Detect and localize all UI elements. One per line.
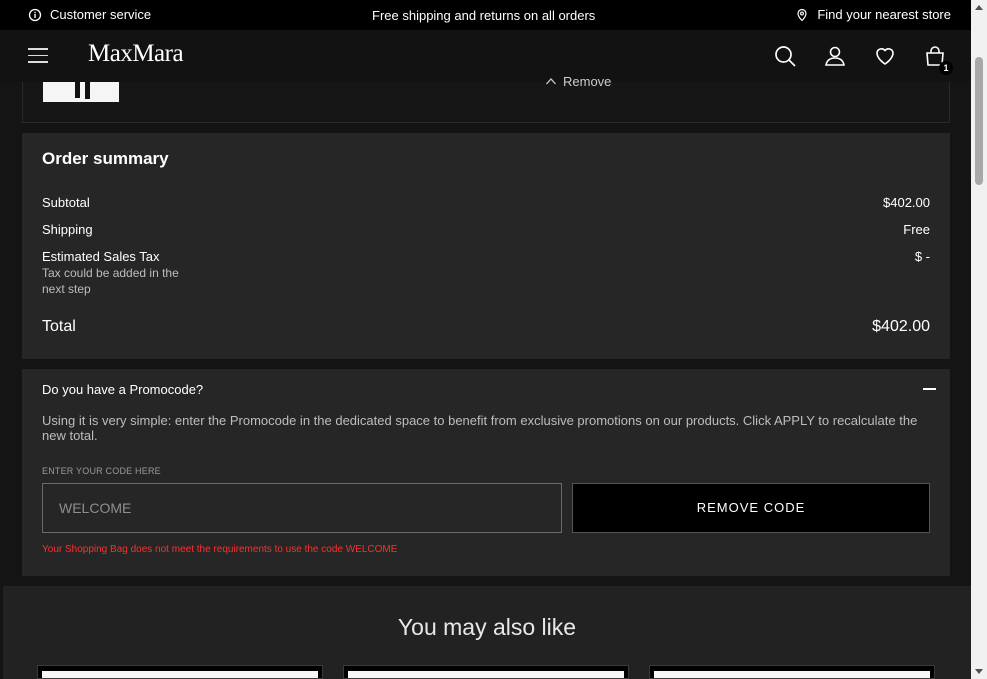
total-label: Total [42,318,76,335]
promo-error-message: Your Shopping Bag does not meet the requ… [42,544,398,555]
scroll-up-icon[interactable] [975,5,983,10]
shipping-label: Shipping [42,222,93,237]
recommendation-card[interactable] [649,665,935,679]
total-row: Total $402.00 [42,318,930,336]
account-icon[interactable] [823,44,847,68]
info-icon [28,8,42,21]
subtotal-value: $402.00 [883,195,930,210]
product-image[interactable] [43,82,119,102]
promo-code-section: Do you have a Promocode? Using it is ver… [22,369,950,576]
recommendation-card[interactable] [343,665,629,679]
shipping-value: Free [903,222,930,237]
chevron-up-icon [546,77,556,84]
remove-code-button[interactable]: REMOVE CODE [572,483,930,533]
wishlist-heart-icon[interactable] [873,44,897,68]
promo-field-label: ENTER YOUR CODE HERE [42,466,161,476]
menu-icon[interactable] [28,48,48,63]
tax-note: Tax could be added in the next step [42,266,179,296]
remove-label: Remove [563,74,612,89]
bag-item: Remove [22,74,950,123]
customer-service-label: Customer service [50,7,152,22]
scrollbar-thumb[interactable] [975,57,983,185]
shipping-message: Free shipping and returns on all orders [372,8,596,23]
page-scrollbar[interactable] [971,0,987,679]
minus-icon[interactable] [923,388,936,390]
promo-description: Using it is very simple: enter the Promo… [42,413,918,443]
tax-value: $ - [914,249,930,264]
recommendations-title: You may also like [397,614,577,640]
find-store-link[interactable]: Find your nearest store [795,7,951,22]
tax-row: Estimated Sales Tax Tax could be added i… [42,249,930,297]
site-header: MaxMara [0,30,971,82]
search-icon[interactable] [773,44,797,68]
recommendation-card[interactable] [37,665,323,679]
promo-code-input[interactable]: WELCOME [42,483,562,533]
announcement-bar: Customer service Free shipping and retur… [0,0,971,30]
scroll-down-icon[interactable] [975,669,983,674]
subtotal-row: Subtotal $402.00 [42,195,930,210]
order-summary-title: Order summary [42,149,169,168]
brand-logo[interactable]: MaxMara [88,40,184,68]
recommendations-section: You may also like [3,586,971,679]
cart-count-badge: 1 [939,61,953,75]
customer-service-link[interactable]: Customer service [28,7,151,22]
promo-toggle[interactable]: Do you have a Promocode? [42,382,203,397]
location-pin-icon [797,8,807,21]
remove-item-button[interactable]: Remove [545,74,611,89]
subtotal-label: Subtotal [42,195,90,210]
shipping-row: Shipping Free [42,222,930,237]
tax-label: Estimated Sales Tax [42,249,160,264]
find-store-label: Find your nearest store [817,7,951,22]
total-value: $402.00 [872,318,930,335]
order-summary: Order summary Subtotal $402.00 Shipping … [22,133,950,359]
